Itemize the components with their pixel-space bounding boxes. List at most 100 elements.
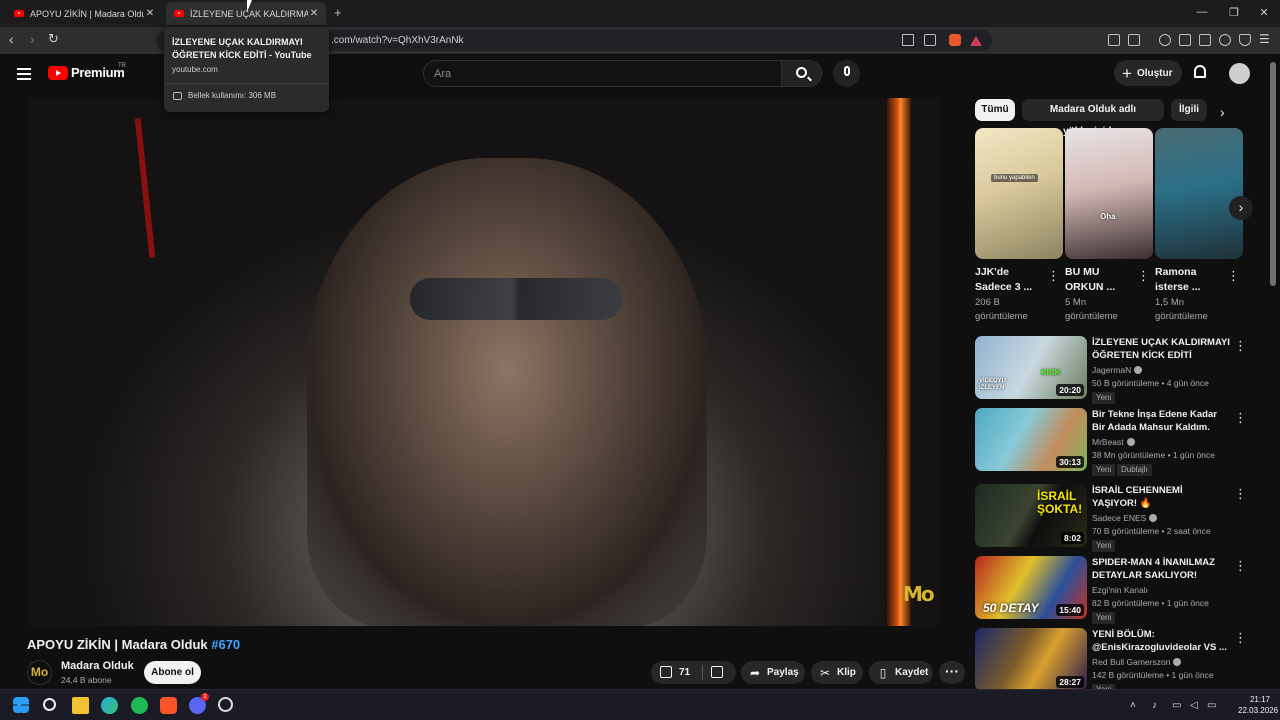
brave-browser-icon[interactable] [160,697,177,714]
browser-menu-icon[interactable]: ☰ [1259,32,1270,46]
video-frame-orange-light [887,98,911,626]
subscribe-button[interactable]: Abone ol [144,661,201,684]
more-actions-icon[interactable]: ··· [939,661,965,684]
clip-button[interactable]: ✂ Klip [811,661,863,684]
windows-start-icon[interactable] [13,697,29,713]
thumbs-up-icon[interactable] [660,666,672,678]
more-vert-icon[interactable]: ⋮ [1234,558,1247,574]
save-button[interactable]: ▯ Kaydet [869,661,933,684]
list-item[interactable]: VİDEOYU İZLEYEN KICK 20:20 İZLEYENE UÇAK… [975,336,1265,404]
notifications-bell-icon[interactable] [1194,65,1206,78]
video-title[interactable]: Bir Tekne İnşa Edene Kadar Bir Adada Mah… [1092,408,1230,434]
restore-icon[interactable]: ❐ [1224,6,1244,19]
more-vert-icon[interactable]: ⋮ [1234,486,1247,502]
hamburger-menu-icon[interactable] [17,68,31,80]
more-vert-icon[interactable]: ⋮ [1227,268,1240,284]
short-title[interactable]: Ramona isterse ... [1155,265,1219,295]
video-thumbnail[interactable]: 30:13 [975,408,1087,471]
extensions-icon[interactable] [1108,34,1120,46]
create-button[interactable]: + Oluştur [1114,60,1182,86]
system-clock[interactable]: 21:17 22.03.2026 [1238,694,1278,716]
chip-from-uploader[interactable]: Madara Olduk adlı yükleyiciden [1022,99,1164,137]
file-explorer-icon[interactable] [72,697,89,714]
channel-avatar[interactable]: Mo [27,660,52,685]
like-count[interactable]: 71 [679,667,690,678]
browser-tab-2[interactable]: İZLEYENE UÇAK KALDIRMAYI ÖĞ ✕ [166,2,326,25]
youtube-logo-icon[interactable] [48,66,68,80]
music-icon[interactable] [1159,34,1171,46]
url-text[interactable]: .com/watch?v=QhXhV3rAnNk [331,35,464,46]
close-icon[interactable]: ✕ [308,8,320,19]
page-scrollbar[interactable] [1270,62,1276,286]
chevron-right-icon[interactable]: › [1229,196,1253,220]
video-title[interactable]: SPIDER-MAN 4 İNANILMAZ DETAYLAR SAKLIYOR… [1092,556,1230,582]
volume-icon[interactable]: ◁ [1190,700,1198,711]
search-button[interactable] [781,60,822,87]
window-close-icon[interactable]: ✕ [1254,6,1274,19]
youtube-logo-text[interactable]: Premium [71,65,125,80]
channel-name[interactable]: MrBeast [1092,437,1135,447]
short-thumbnail[interactable]: bunu yapabilen [975,128,1063,259]
search-box[interactable] [423,60,782,87]
more-vert-icon[interactable]: ⋮ [1137,268,1150,284]
video-thumbnail[interactable]: VİDEOYU İZLEYEN KICK 20:20 [975,336,1087,399]
channel-name[interactable]: Red Bull Gamerszon [1092,657,1182,667]
more-vert-icon[interactable]: ⋮ [1234,410,1247,426]
screenshot-icon[interactable] [1128,34,1140,46]
new-tab-icon[interactable]: + [334,5,342,20]
voice-search-button[interactable] [833,60,860,87]
back-icon[interactable]: ‹ [9,31,14,47]
more-vert-icon[interactable]: ⋮ [1047,268,1060,284]
list-item[interactable]: 28:27 YENİ BÖLÜM: @EnisKirazogluvideolar… [975,628,1265,696]
list-item[interactable]: 30:13 Bir Tekne İnşa Edene Kadar Bir Ada… [975,408,1265,476]
video-title[interactable]: İSRAİL CEHENNEMİ YAŞIYOR! 🔥 [1092,484,1230,510]
browser-tab-1[interactable]: APOYU ZİKİN | Madara Olduk #6 ✕ [6,2,162,25]
leo-ai-icon[interactable] [1219,34,1231,46]
video-thumbnail[interactable]: 28:27 [975,628,1087,691]
channel-name[interactable]: Madara Olduk [61,660,134,672]
short-thumbnail[interactable]: Oha [1065,128,1153,259]
short-thumbnail[interactable] [1155,128,1243,259]
video-thumbnail[interactable]: İSRAİL ŞOKTA! 8:02 [975,484,1087,547]
brave-shield-icon[interactable] [949,34,961,46]
list-item[interactable]: 50 DETAY 15:40 SPIDER-MAN 4 İNANILMAZ DE… [975,556,1265,624]
channel-name[interactable]: Sadece ENES [1092,513,1158,523]
wallet-icon[interactable] [1199,34,1211,46]
list-item[interactable]: İSRAİL ŞOKTA! 8:02 İSRAİL CEHENNEMİ YAŞI… [975,484,1265,552]
more-vert-icon[interactable]: ⋮ [1234,630,1247,646]
taskbar-search-icon[interactable] [43,698,56,711]
brave-rewards-icon[interactable] [970,36,982,46]
search-input[interactable] [434,66,764,82]
microphone-tray-icon[interactable]: ♪ [1152,700,1157,711]
reload-icon[interactable]: ↻ [48,31,59,47]
spotify-icon[interactable] [131,697,148,714]
user-avatar[interactable] [1229,63,1250,84]
short-title[interactable]: BU MU ORKUN ... [1065,265,1129,295]
video-title[interactable]: YENİ BÖLÜM: @EnisKirazogluvideolar VS ..… [1092,628,1230,654]
app-launcher-icon[interactable] [218,697,233,712]
chevron-right-icon[interactable]: › [1220,104,1225,120]
battery-icon[interactable]: ▭ [1207,700,1216,711]
sidebar-icon[interactable] [1179,34,1191,46]
edge-browser-icon[interactable] [101,697,118,714]
chip-all[interactable]: Tümü [975,99,1015,121]
video-thumbnail[interactable]: 50 DETAY 15:40 [975,556,1087,619]
vpn-shield-icon[interactable] [1239,34,1251,46]
channel-name[interactable]: Ezgi'nin Kanalı [1092,585,1148,595]
minimize-icon[interactable]: — [1192,6,1212,18]
share-page-icon[interactable] [924,34,936,46]
forward-icon[interactable]: › [30,31,35,47]
close-icon[interactable]: ✕ [144,8,156,19]
video-title[interactable]: İZLEYENE UÇAK KALDIRMAYI ÖĞRETEN KİCK ED… [1092,336,1230,362]
more-vert-icon[interactable]: ⋮ [1234,338,1247,354]
chip-related[interactable]: İlgili [1171,99,1207,121]
chevron-up-icon[interactable]: ˄ [1130,700,1136,711]
channel-name[interactable]: JagermaN [1092,365,1143,375]
short-title[interactable]: JJK'de Sadece 3 ... [975,265,1039,295]
share-button[interactable]: ➦ Paylaş [741,661,805,684]
cast-icon[interactable] [902,34,914,46]
video-player[interactable] [27,98,939,626]
video-hashtag-link[interactable]: #670 [211,637,240,652]
network-icon[interactable]: ▭ [1172,700,1181,711]
thumbs-down-icon[interactable] [711,666,723,678]
